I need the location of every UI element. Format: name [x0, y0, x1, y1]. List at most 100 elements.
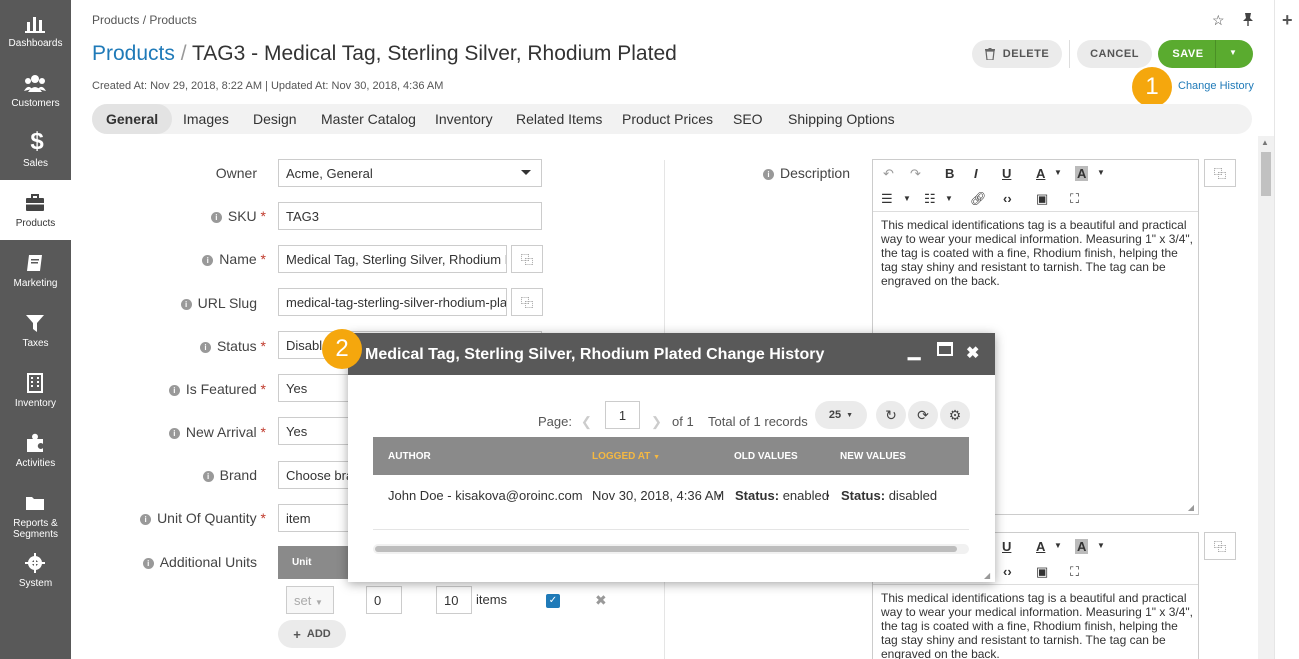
sidebar-item-sales[interactable]: $ Sales	[0, 120, 71, 180]
resize-handle-icon[interactable]: ◢	[984, 571, 990, 580]
reset-icon[interactable]: ⟳	[908, 401, 938, 429]
sidebar-item-activities[interactable]: Activities	[0, 420, 71, 480]
sidebar-item-inventory[interactable]: Inventory	[0, 360, 71, 420]
info-icon[interactable]: i	[202, 471, 214, 482]
info-icon[interactable]: i	[142, 558, 154, 569]
underline-icon[interactable]: U	[1002, 166, 1011, 181]
pin-icon[interactable]	[1242, 12, 1254, 29]
dashboard-icon	[25, 17, 45, 33]
delete-button[interactable]: DELETE	[972, 40, 1062, 68]
chevron-down-icon[interactable]: ▼	[1054, 541, 1062, 550]
translate-icon[interactable]: ⿻	[1204, 532, 1236, 560]
settings-icon[interactable]: ⚙	[940, 401, 970, 429]
info-icon[interactable]: i	[180, 299, 192, 310]
minimize-icon[interactable]: ▁	[908, 341, 920, 361]
plus-icon[interactable]: +	[1282, 10, 1293, 31]
tab-design[interactable]: Design	[253, 111, 297, 127]
save-dropdown-caret-icon[interactable]: ▼	[1229, 48, 1237, 57]
column-new-values[interactable]: NEW VALUES	[840, 451, 906, 462]
chevron-down-icon[interactable]: ▼	[1097, 168, 1105, 177]
scroll-up-icon[interactable]: ▲	[1261, 138, 1269, 147]
grid-scrollbar-thumb[interactable]	[375, 546, 957, 552]
star-icon[interactable]: ☆	[1212, 12, 1225, 29]
tab-master-catalog[interactable]: Master Catalog	[321, 111, 416, 127]
column-author[interactable]: AUTHOR	[388, 451, 431, 462]
close-icon[interactable]: ✖	[966, 343, 979, 363]
remove-row-icon[interactable]: ✖	[595, 592, 607, 609]
text-color-icon[interactable]: A	[1036, 166, 1045, 181]
unit-precision-input[interactable]: 0	[366, 586, 402, 614]
translate-icon[interactable]: ⿻	[511, 245, 543, 273]
info-icon[interactable]: i	[168, 385, 180, 396]
italic-icon[interactable]: I	[974, 166, 978, 181]
sidebar-item-system[interactable]: System	[0, 540, 71, 600]
owner-select[interactable]: Acme, General	[278, 159, 542, 187]
info-icon[interactable]: i	[762, 169, 774, 180]
page-scrollbar[interactable]	[1258, 136, 1274, 659]
tab-seo[interactable]: SEO	[733, 111, 763, 127]
sidebar-item-marketing[interactable]: Marketing	[0, 240, 71, 300]
translate-icon[interactable]: ⿻	[511, 288, 543, 316]
change-history-link[interactable]: Change History	[1178, 80, 1254, 92]
bullet-list-icon[interactable]: ☰	[881, 191, 893, 207]
underline-icon[interactable]: U	[1002, 539, 1011, 554]
tab-product-prices[interactable]: Product Prices	[622, 111, 713, 127]
image-icon[interactable]: ▣	[1036, 191, 1048, 207]
undo-icon[interactable]: ↶	[883, 166, 894, 182]
background-color-icon[interactable]: A	[1075, 166, 1089, 181]
tab-general[interactable]: General	[92, 104, 173, 134]
unit-sell-checkbox[interactable]: ✓	[546, 594, 560, 608]
column-logged-at[interactable]: LOGGED AT ▼	[592, 451, 660, 462]
fullscreen-icon[interactable]: ⛶	[1070, 564, 1079, 580]
sidebar-item-customers[interactable]: Customers	[0, 60, 71, 120]
sidebar-item-products[interactable]: Products	[0, 180, 71, 240]
info-icon[interactable]: i	[210, 212, 222, 223]
numbered-list-icon[interactable]: ☷	[924, 191, 936, 207]
next-page-icon[interactable]: ❯	[651, 414, 662, 430]
save-button[interactable]: SAVE	[1168, 48, 1208, 60]
unit-rate-input[interactable]: 10	[436, 586, 472, 614]
chevron-down-icon[interactable]: ▼	[945, 194, 953, 203]
info-icon[interactable]: i	[168, 428, 180, 439]
chevron-down-icon[interactable]: ▼	[1054, 168, 1062, 177]
page-scrollbar-thumb[interactable]	[1261, 152, 1271, 196]
maximize-icon[interactable]	[937, 342, 953, 361]
chevron-down-icon[interactable]: ▼	[1097, 541, 1105, 550]
prev-page-icon[interactable]: ❮	[581, 414, 592, 430]
background-color-icon[interactable]: A	[1075, 539, 1089, 554]
bold-icon[interactable]: B	[945, 166, 954, 181]
text-color-icon[interactable]: A	[1036, 539, 1045, 554]
tab-related-items[interactable]: Related Items	[516, 111, 602, 127]
resize-handle-icon[interactable]: ◢	[1188, 503, 1194, 512]
column-old-values[interactable]: OLD VALUES	[734, 451, 798, 462]
translate-icon[interactable]: ⿻	[1204, 159, 1236, 187]
cancel-button[interactable]: CANCEL	[1077, 40, 1152, 68]
title-breadcrumb-link[interactable]: Products	[92, 42, 175, 65]
description-text[interactable]: This medical identifications tag is a be…	[881, 218, 1193, 288]
per-page-select[interactable]: 25 ▼	[815, 401, 867, 429]
short-description-text[interactable]: This medical identifications tag is a be…	[881, 591, 1193, 659]
sidebar-item-reports[interactable]: Reports & Segments	[0, 480, 71, 540]
tab-inventory[interactable]: Inventory	[435, 111, 493, 127]
url-slug-input[interactable]: medical-tag-sterling-silver-rhodium-pla	[278, 288, 507, 316]
fullscreen-icon[interactable]: ⛶	[1070, 191, 1079, 207]
refresh-icon[interactable]: ↻	[876, 401, 906, 429]
link-icon[interactable]: 🔗︎	[970, 191, 987, 207]
chevron-down-icon[interactable]: ▼	[903, 194, 911, 203]
sku-input[interactable]: TAG3	[278, 202, 542, 230]
sidebar-item-taxes[interactable]: Taxes	[0, 300, 71, 360]
info-icon[interactable]: i	[199, 342, 211, 353]
info-icon[interactable]: i	[202, 255, 214, 266]
sidebar-item-dashboards[interactable]: Dashboards	[0, 0, 71, 60]
redo-icon[interactable]: ↷	[910, 166, 921, 182]
code-icon[interactable]: ‹›	[1003, 191, 1012, 206]
code-icon[interactable]: ‹›	[1003, 564, 1012, 579]
name-input[interactable]: Medical Tag, Sterling Silver, Rhodium Pl…	[278, 245, 507, 273]
tab-images[interactable]: Images	[183, 111, 229, 127]
page-input[interactable]: 1	[605, 401, 640, 429]
add-unit-button[interactable]: + ADD	[278, 620, 346, 648]
image-icon[interactable]: ▣	[1036, 564, 1048, 580]
unit-select[interactable]: set ▼	[286, 586, 334, 614]
tab-shipping-options[interactable]: Shipping Options	[788, 111, 895, 127]
info-icon[interactable]: i	[140, 514, 152, 525]
